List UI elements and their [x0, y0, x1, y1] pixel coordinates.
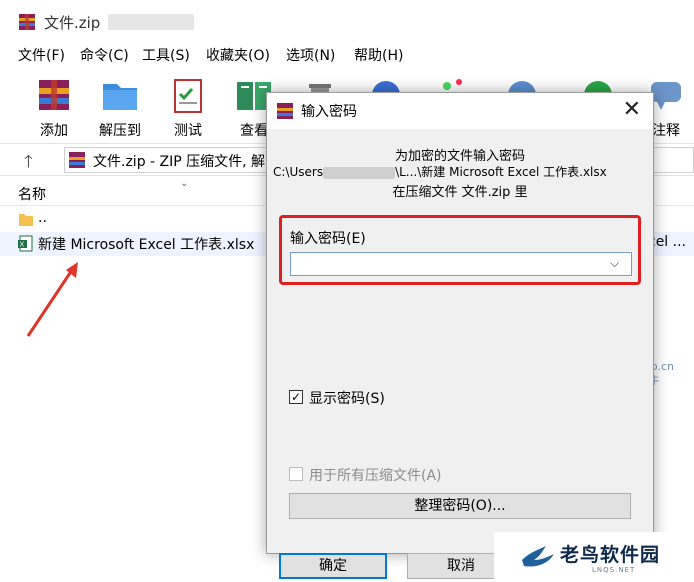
site-url: LNQS.NET: [592, 566, 636, 574]
window-titlebar: 文件.zip: [0, 0, 694, 42]
test-button[interactable]: 测试: [158, 72, 218, 140]
chevron-down-icon[interactable]: ⌵: [610, 256, 619, 271]
menu-command[interactable]: 命令(C): [80, 45, 129, 65]
sort-chevron-icon: ⌄: [180, 178, 189, 189]
clipboard-check-icon: [174, 79, 202, 113]
svg-text:X: X: [20, 242, 25, 249]
dialog-title: 输入密码: [301, 104, 357, 120]
password-dialog: 输入密码 ✕ 为加密的文件输入密码 C:\Users \L...\新建 Micro…: [266, 92, 654, 579]
organize-passwords-button[interactable]: 整理密码(O)...: [289, 493, 631, 519]
all-archives-label[interactable]: 用于所有压缩文件(A): [309, 465, 442, 485]
winrar-icon: [277, 103, 293, 119]
winrar-icon: [69, 152, 85, 168]
menu-favorites[interactable]: 收藏夹(O): [206, 45, 270, 65]
menu-help[interactable]: 帮助(H): [354, 45, 403, 65]
column-name[interactable]: 名称: [18, 184, 46, 204]
site-name: 老鸟软件园: [560, 544, 661, 566]
file-name: 新建 Microsoft Excel 工作表.xlsx: [38, 237, 255, 253]
show-password-label[interactable]: 显示密码(S): [309, 388, 385, 408]
folder-extract-icon: [103, 84, 137, 110]
info-line: 为加密的文件输入密码: [394, 149, 525, 164]
all-archives-checkbox[interactable]: [289, 467, 303, 481]
up-arrow-icon[interactable]: 🡑: [24, 149, 33, 178]
ok-button[interactable]: 确定: [279, 553, 387, 579]
window-title: 文件.zip: [44, 14, 101, 32]
winrar-icon: [19, 14, 35, 30]
password-group-highlight: 输入密码(E) ⌵: [279, 215, 641, 285]
red-arrow-annotation: [26, 262, 78, 337]
file-path: C:\Users \L...\新建 Microsoft Excel 工作表.xls…: [273, 165, 607, 179]
excel-file-icon: X: [18, 235, 33, 252]
menu-file[interactable]: 文件(F): [18, 45, 65, 65]
menu-options[interactable]: 选项(N): [286, 45, 335, 65]
bird-logo-icon: [522, 546, 554, 567]
show-password-checkbox[interactable]: ✓: [289, 390, 303, 404]
close-icon[interactable]: ✕: [623, 97, 641, 122]
archive-add-icon: [39, 80, 69, 110]
redacted-path: [323, 166, 396, 179]
folder-icon: [19, 214, 33, 226]
menu-tools[interactable]: 工具(S): [142, 45, 190, 65]
dialog-titlebar: 输入密码 ✕: [267, 93, 653, 129]
add-button[interactable]: 添加: [24, 72, 84, 140]
info-line: 在压缩文件 文件.zip 里: [392, 185, 528, 200]
address-text: 文件.zip - ZIP 压缩文件, 解: [93, 154, 266, 170]
site-watermark-badge: 老鸟软件园 LNQS.NET: [494, 532, 694, 582]
password-label: 输入密码(E): [290, 231, 366, 247]
redacted-title: [108, 14, 194, 30]
extract-button[interactable]: 解压到: [90, 72, 150, 140]
file-name: ..: [38, 210, 47, 226]
menu-bar: 文件(F) 命令(C) 工具(S) 收藏夹(O) 选项(N) 帮助(H): [0, 42, 694, 68]
dialog-body: 为加密的文件输入密码 C:\Users \L...\新建 Microsoft Ex…: [267, 129, 653, 579]
password-input[interactable]: [290, 252, 632, 276]
